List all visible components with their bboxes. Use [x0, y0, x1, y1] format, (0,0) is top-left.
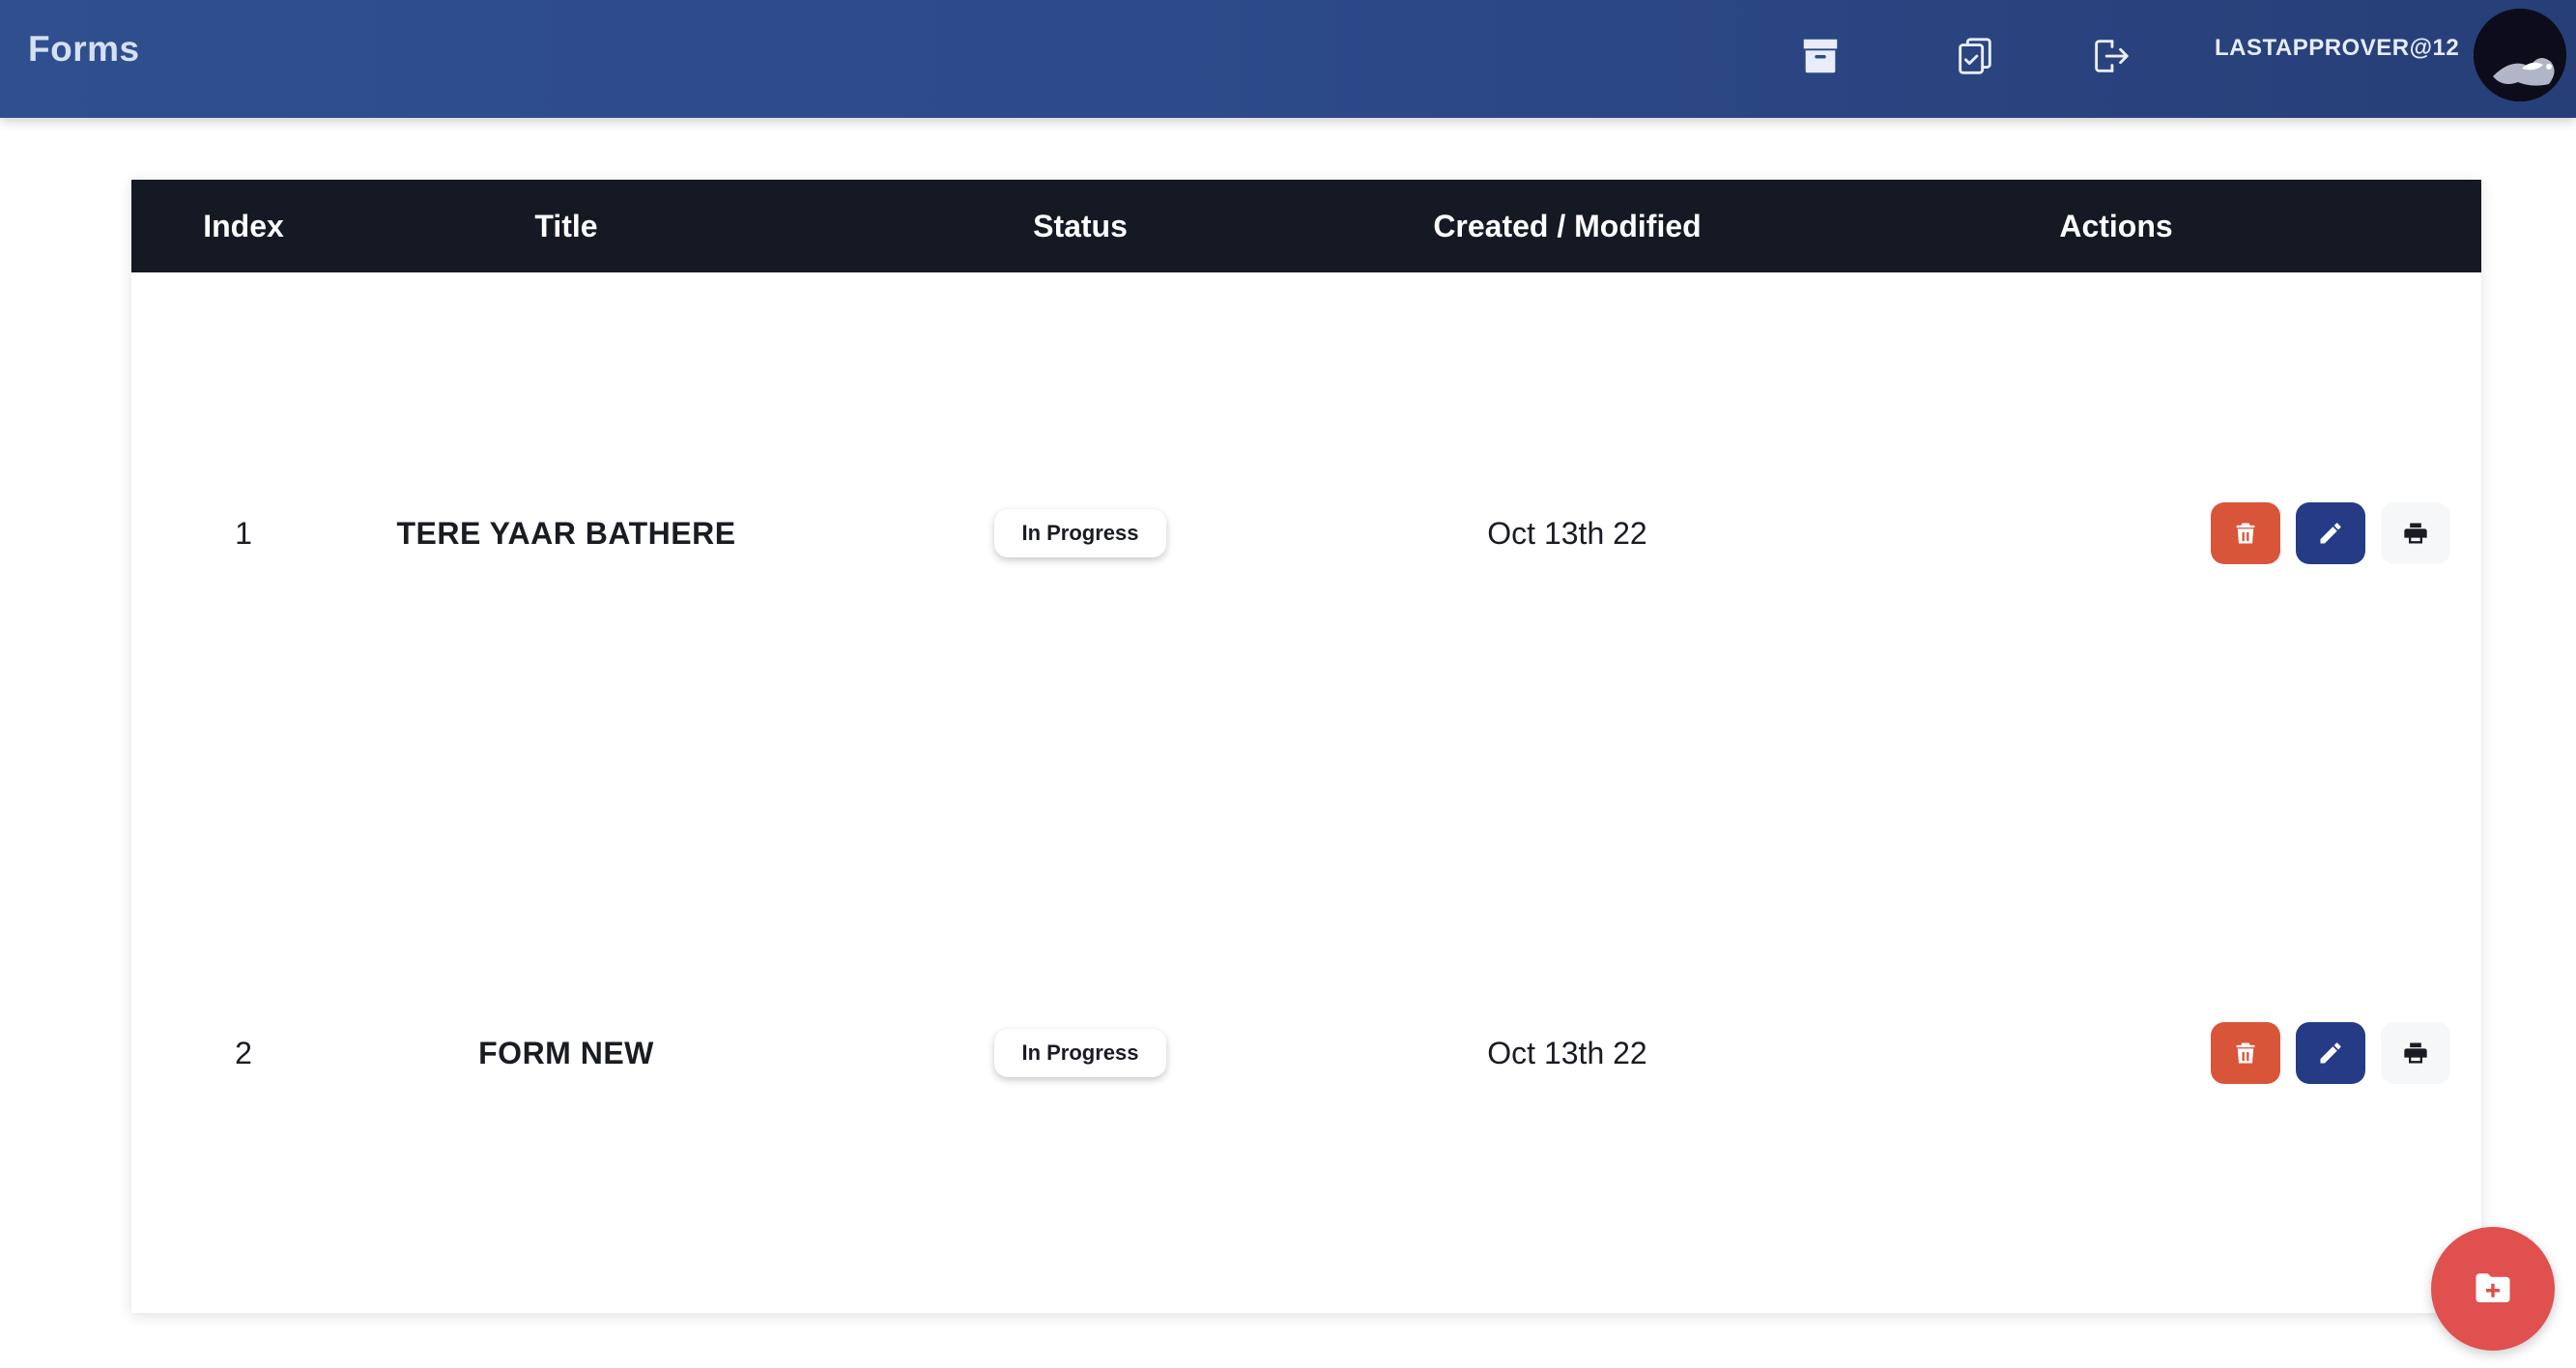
logout-icon[interactable] — [2083, 29, 2137, 83]
edit-button[interactable] — [2296, 502, 2365, 564]
row-index: 1 — [235, 515, 252, 551]
archive-icon[interactable] — [1793, 29, 1847, 83]
status-badge: In Progress — [994, 509, 1166, 557]
clipboard-check-icon[interactable] — [1948, 29, 2002, 83]
print-button[interactable] — [2381, 1022, 2450, 1084]
delete-button[interactable] — [2211, 1022, 2280, 1084]
column-header-status: Status — [1033, 208, 1128, 243]
column-header-title: Title — [534, 208, 598, 243]
row-index: 2 — [235, 1035, 252, 1070]
table-row: 2 FORM NEW In Progress Oct 13th 22 — [131, 794, 2481, 1312]
status-cell: In Progress — [777, 272, 1384, 794]
top-navbar: Forms LASTAPPROVER@12 — [0, 0, 2576, 118]
row-title: TERE YAAR BATHERE — [396, 515, 736, 551]
folder-plus-icon — [2476, 1273, 2510, 1302]
user-name[interactable]: LASTAPPROVER@12 — [2215, 35, 2459, 62]
row-date: Oct 13th 22 — [1487, 515, 1647, 551]
row-actions — [2211, 794, 2466, 1312]
avatar[interactable] — [2474, 9, 2566, 101]
trash-icon — [2236, 523, 2255, 544]
add-form-button[interactable] — [2431, 1227, 2555, 1351]
status-badge: In Progress — [994, 1029, 1166, 1077]
table-row: 1 TERE YAAR BATHERE In Progress Oct 13th… — [131, 272, 2481, 794]
pencil-icon — [2320, 523, 2341, 544]
row-date: Oct 13th 22 — [1487, 1035, 1647, 1070]
trash-icon — [2236, 1042, 2255, 1064]
app-title[interactable]: Forms — [28, 29, 140, 70]
row-title: FORM NEW — [478, 1035, 654, 1070]
status-cell: In Progress — [777, 794, 1384, 1312]
print-button[interactable] — [2381, 502, 2450, 564]
table-header: Index Title Status Created / Modified Ac… — [131, 180, 2481, 272]
printer-icon — [2404, 1042, 2427, 1064]
pencil-icon — [2320, 1042, 2341, 1064]
edit-button[interactable] — [2296, 1022, 2365, 1084]
column-header-index: Index — [203, 208, 284, 243]
column-header-created-modified: Created / Modified — [1433, 208, 1702, 243]
column-header-actions: Actions — [2059, 208, 2173, 243]
row-actions — [2211, 272, 2466, 794]
delete-button[interactable] — [2211, 502, 2280, 564]
forms-table: Index Title Status Created / Modified Ac… — [131, 180, 2481, 1313]
printer-icon — [2404, 523, 2427, 544]
